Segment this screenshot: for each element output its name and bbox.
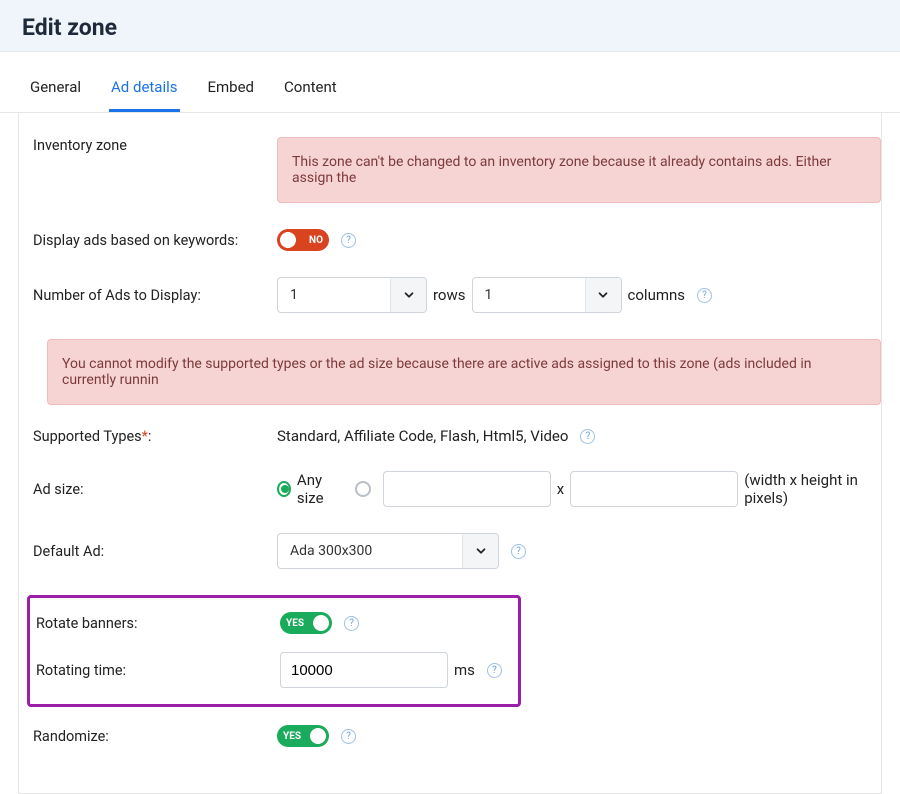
toggle-rotate-banners[interactable]: YES: [280, 612, 332, 634]
tab-ad-details[interactable]: Ad details: [109, 66, 179, 112]
label-rotating-time: Rotating time:: [30, 662, 280, 679]
colon: :: [148, 428, 152, 445]
tab-general[interactable]: General: [28, 66, 83, 112]
row-supported-types: Supported Types*: Standard, Affiliate Co…: [33, 427, 881, 445]
width-input[interactable]: [383, 471, 551, 507]
radio-dot-icon: [355, 481, 371, 497]
columns-label: columns: [628, 286, 686, 304]
ad-size-hint: (width x height in pixels): [744, 471, 881, 507]
supported-types-text: Supported Types: [33, 428, 142, 445]
row-default-ad: Default Ad: Ada 300x300 ?: [33, 533, 881, 569]
label-default-ad: Default Ad:: [33, 543, 277, 560]
select-rows-value: 1: [278, 278, 390, 312]
toggle-knob: [310, 728, 326, 744]
toggle-randomize-state: YES: [283, 731, 301, 742]
row-ad-size: Ad size: Any size x (width x height in p…: [33, 471, 881, 507]
select-columns-value: 1: [473, 278, 585, 312]
help-icon[interactable]: ?: [487, 663, 502, 678]
label-rotate-banners: Rotate banners:: [30, 615, 280, 632]
inventory-zone-control: This zone can't be changed to an invento…: [277, 137, 881, 203]
select-columns[interactable]: 1: [472, 277, 622, 313]
label-ad-size: Ad size:: [33, 481, 277, 498]
toggle-rotate-banners-state: YES: [286, 618, 304, 629]
height-input[interactable]: [570, 471, 738, 507]
rotating-time-input[interactable]: [280, 652, 448, 688]
row-randomize: Randomize: YES ?: [33, 725, 881, 747]
restriction-alert: You cannot modify the supported types or…: [47, 339, 881, 405]
form-panel: Inventory zone This zone can't be change…: [18, 113, 882, 794]
supported-types-value: Standard, Affiliate Code, Flash, Html5, …: [277, 427, 568, 445]
rotate-highlight-box: Rotate banners: YES ? Rotating time: ms …: [27, 595, 521, 707]
help-icon[interactable]: ?: [341, 233, 356, 248]
row-display-keywords: Display ads based on keywords: NO ?: [33, 229, 881, 251]
row-inventory-zone: Inventory zone This zone can't be change…: [33, 137, 881, 203]
radio-dot-icon: [277, 481, 291, 497]
select-default-ad-value: Ada 300x300: [278, 534, 462, 568]
label-supported-types: Supported Types*:: [33, 428, 277, 445]
x-separator: x: [557, 480, 564, 498]
help-icon[interactable]: ?: [341, 729, 356, 744]
toggle-randomize[interactable]: YES: [277, 725, 329, 747]
chevron-down-icon: [462, 534, 498, 568]
tabs-bar: General Ad details Embed Content: [0, 66, 900, 113]
rotating-time-unit: ms: [454, 661, 475, 679]
page-header: Edit zone: [0, 0, 900, 52]
radio-any-size[interactable]: Any size: [277, 471, 343, 507]
radio-any-size-label: Any size: [297, 471, 343, 507]
tab-content[interactable]: Content: [282, 66, 339, 112]
row-num-ads: Number of Ads to Display: 1 rows 1 colum…: [33, 277, 881, 313]
select-default-ad[interactable]: Ada 300x300: [277, 533, 499, 569]
tab-embed[interactable]: Embed: [206, 66, 257, 112]
toggle-knob: [313, 615, 329, 631]
row-rotate-banners: Rotate banners: YES ?: [30, 612, 508, 634]
chevron-down-icon: [585, 278, 621, 312]
help-icon[interactable]: ?: [344, 616, 359, 631]
label-display-keywords: Display ads based on keywords:: [33, 232, 277, 249]
help-icon[interactable]: ?: [511, 544, 526, 559]
label-randomize: Randomize:: [33, 728, 277, 745]
row-rotating-time: Rotating time: ms ?: [30, 652, 508, 688]
label-num-ads: Number of Ads to Display:: [33, 287, 277, 304]
inventory-zone-alert: This zone can't be changed to an invento…: [277, 137, 881, 203]
help-icon[interactable]: ?: [580, 429, 595, 444]
toggle-display-keywords[interactable]: NO: [277, 229, 329, 251]
chevron-down-icon: [390, 278, 426, 312]
toggle-knob: [280, 232, 296, 248]
rows-label: rows: [433, 286, 466, 304]
radio-custom-size[interactable]: [355, 481, 371, 497]
label-inventory-zone: Inventory zone: [33, 137, 277, 154]
toggle-display-keywords-state: NO: [309, 235, 323, 246]
select-rows[interactable]: 1: [277, 277, 427, 313]
page-title: Edit zone: [22, 14, 878, 41]
help-icon[interactable]: ?: [697, 288, 712, 303]
